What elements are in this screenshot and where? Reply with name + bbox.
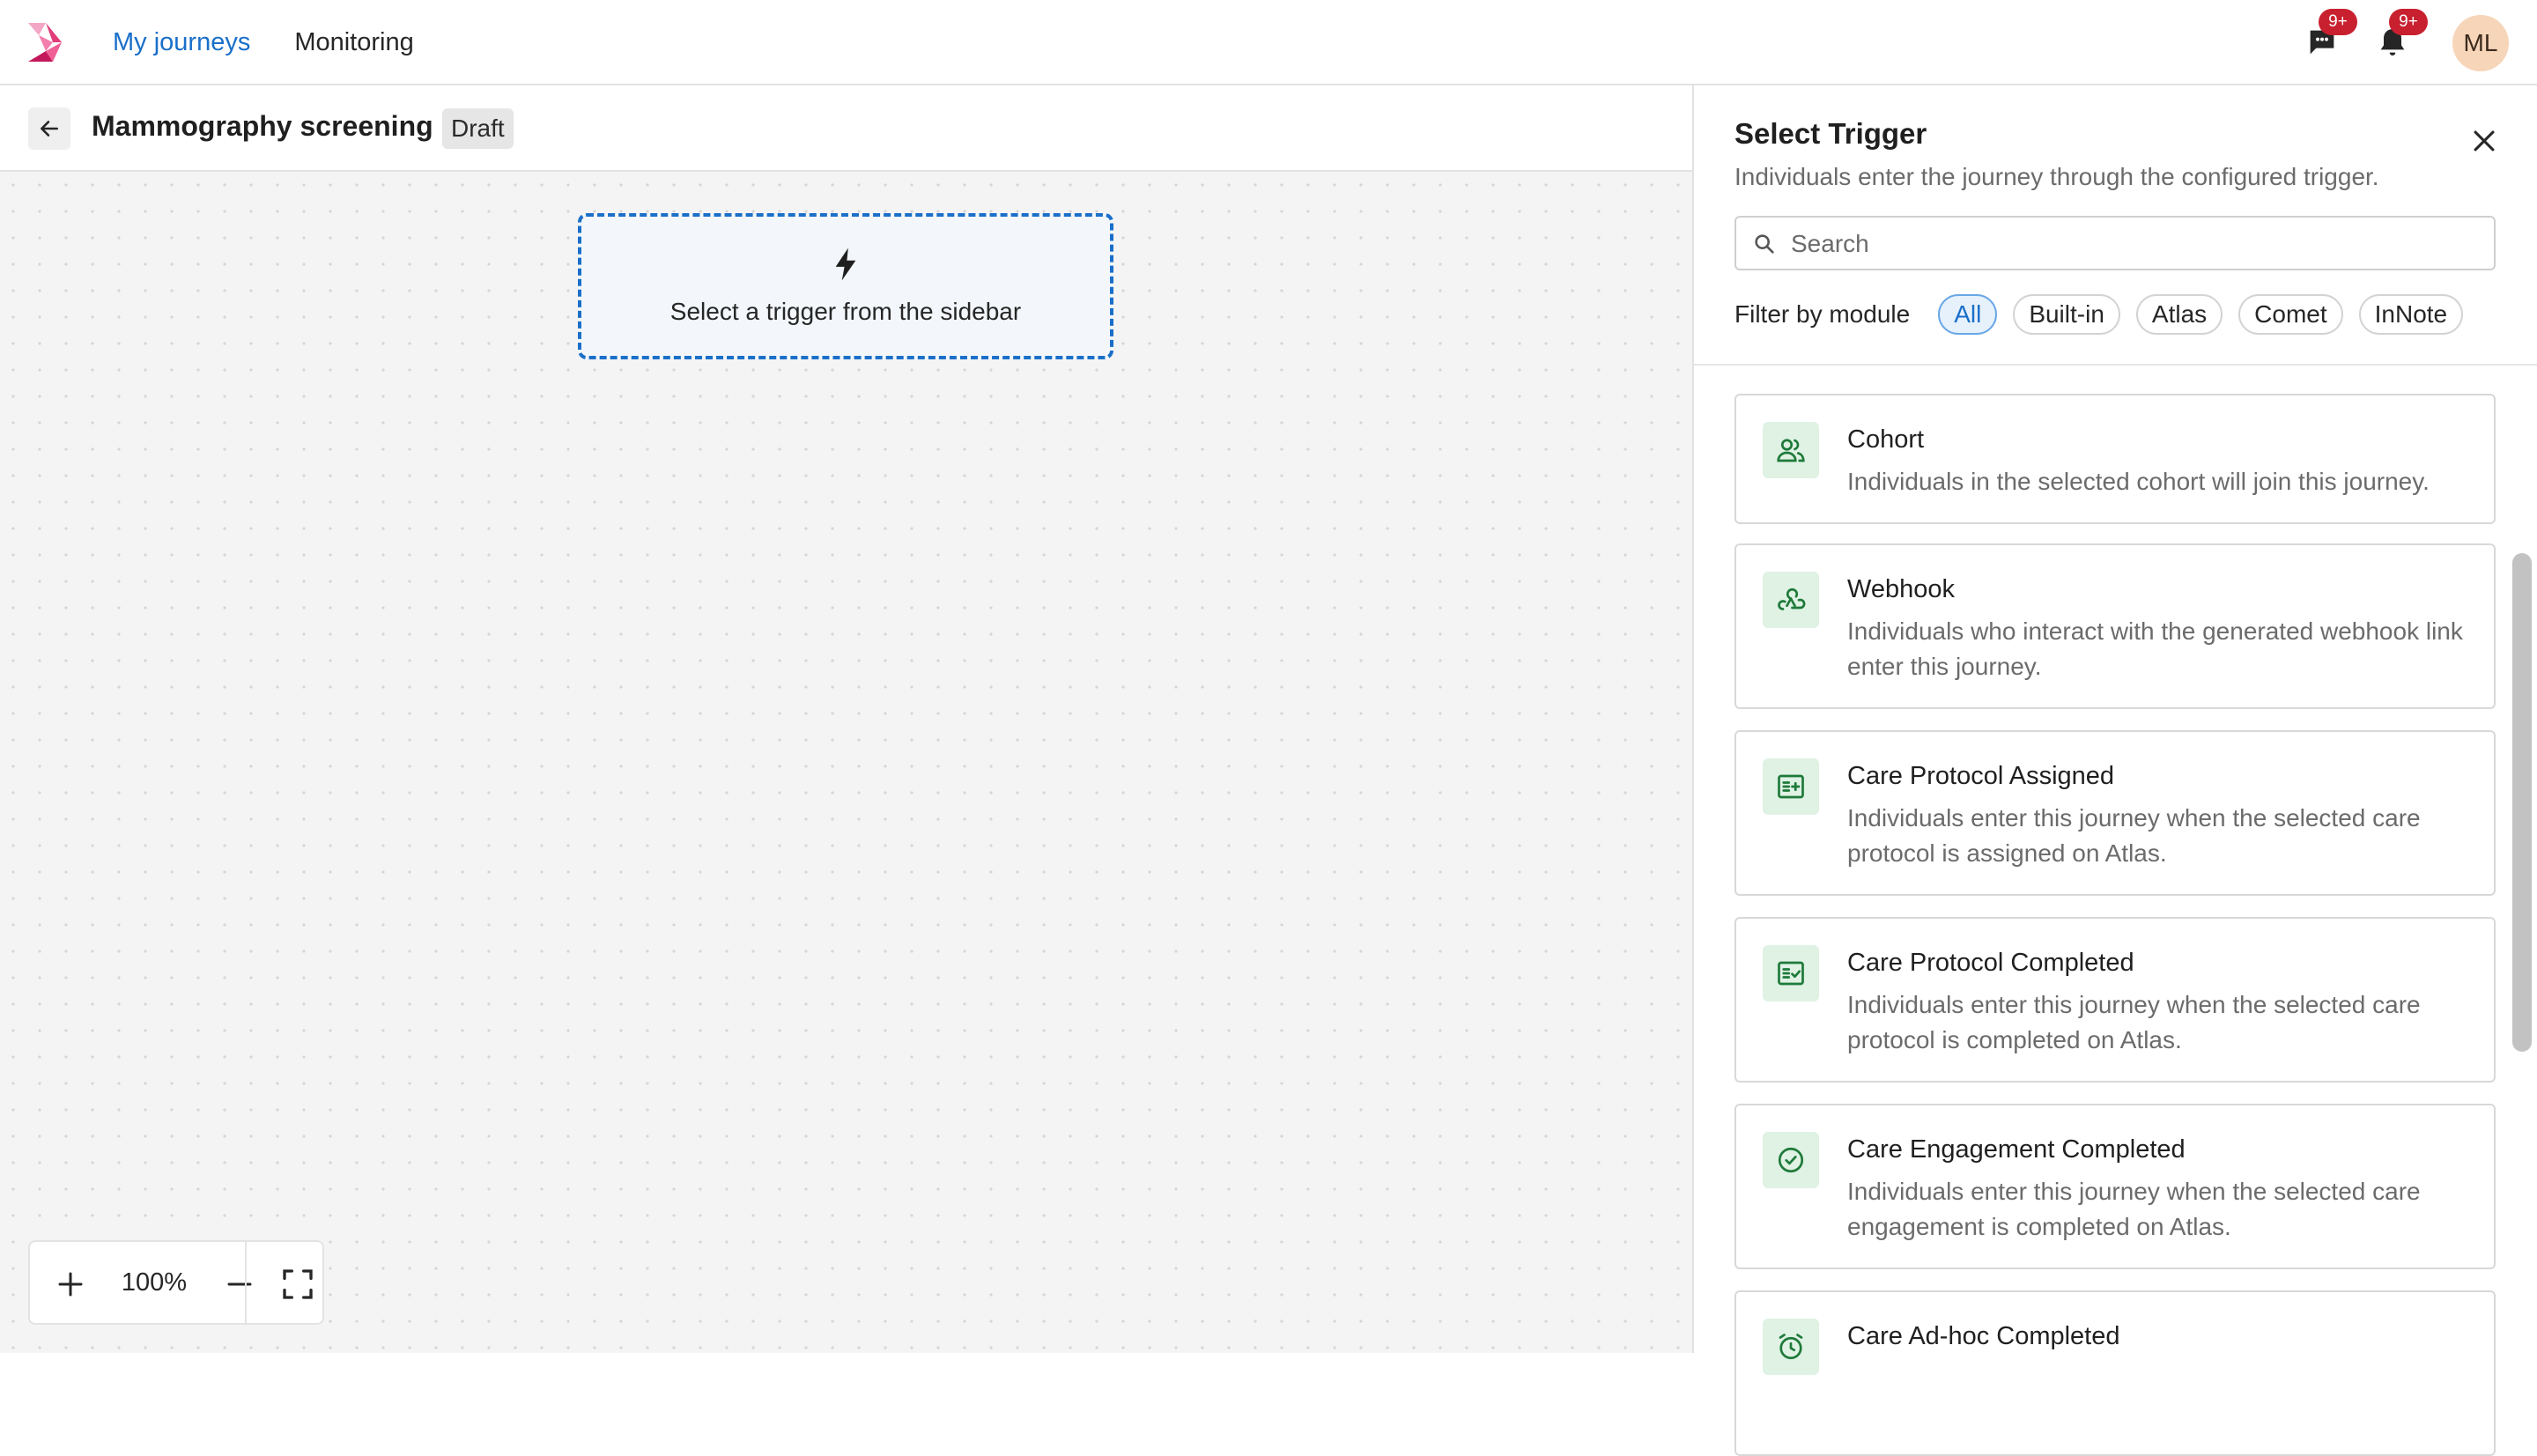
trigger-name: Care Ad-hoc Completed: [1847, 1322, 2120, 1350]
trigger-description: Individuals in the selected cohort will …: [1847, 468, 2430, 495]
nav-monitoring[interactable]: Monitoring: [294, 28, 413, 57]
trigger-panel: Select Trigger Individuals enter the jou…: [1692, 85, 2537, 1456]
status-badge: Draft: [442, 108, 514, 149]
fit-screen-button[interactable]: [280, 1267, 315, 1302]
panel-divider: [1694, 364, 2537, 366]
protocol-add-icon: [1763, 758, 1819, 815]
trigger-name: Care Protocol Assigned: [1847, 762, 2115, 790]
protocol-check-icon: [1763, 945, 1819, 1001]
trigger-description: Individuals enter this journey when the …: [1847, 1178, 2421, 1240]
back-button[interactable]: [28, 107, 70, 150]
filter-chip-all[interactable]: All: [1938, 294, 1998, 335]
filter-label: Filter by module: [1734, 300, 1911, 328]
trigger-description: Individuals who interact with the genera…: [1847, 617, 2463, 680]
zoom-divider: [245, 1242, 247, 1323]
search-input[interactable]: [1791, 225, 2478, 263]
main-nav: My journeys Monitoring: [113, 0, 414, 85]
placeholder-text: Select a trigger from the sidebar: [669, 298, 1022, 325]
filter-chip-built-in[interactable]: Built-in: [2013, 294, 2120, 335]
messages-button[interactable]: 9+: [2304, 9, 2357, 60]
trigger-card-care-adhoc-completed[interactable]: Care Ad-hoc Completed: [1734, 1290, 2496, 1456]
filter-chip-innote[interactable]: InNote: [2358, 294, 2464, 335]
trigger-name: Care Protocol Completed: [1847, 949, 2134, 977]
zoom-out-button[interactable]: [224, 1268, 255, 1300]
trigger-card-care-protocol-assigned[interactable]: Care Protocol Assigned Individuals enter…: [1734, 730, 2496, 896]
users-icon: [1763, 422, 1819, 478]
editor-header: Mammography screening Draft: [0, 85, 1692, 172]
check-circle-icon: [1763, 1132, 1819, 1188]
trigger-name: Cohort: [1847, 425, 1925, 454]
webhook-icon: [1763, 572, 1819, 628]
lightning-icon: [835, 248, 856, 281]
filter-chip-comet[interactable]: Comet: [2238, 294, 2343, 335]
zoom-in-button[interactable]: [55, 1268, 86, 1300]
trigger-placeholder[interactable]: Select a trigger from the sidebar: [578, 213, 1113, 359]
panel-subtitle: Individuals enter the journey through th…: [1734, 163, 2379, 190]
app-logo[interactable]: [26, 21, 63, 63]
arrow-left-icon: [41, 121, 58, 137]
trigger-name: Webhook: [1847, 575, 1955, 603]
search-field: [1734, 216, 2496, 270]
filter-chip-atlas[interactable]: Atlas: [2135, 294, 2223, 335]
zoom-level: 100%: [121, 1268, 188, 1297]
trigger-card-webhook[interactable]: Webhook Individuals who interact with th…: [1734, 543, 2496, 709]
nav-my-journeys[interactable]: My journeys: [113, 28, 250, 57]
journey-canvas[interactable]: Select a trigger from the sidebar 100%: [0, 172, 1692, 1353]
top-bar: My journeys Monitoring 9+ 9+ ML: [0, 0, 2537, 85]
panel-scrollbar-thumb[interactable]: [2512, 553, 2532, 1052]
messages-badge: 9+: [2319, 9, 2357, 35]
zoom-controls: 100%: [28, 1240, 324, 1325]
page-title: Mammography screening: [92, 110, 433, 142]
module-filter: Filter by module All Built-in Atlas Come…: [1734, 293, 2479, 336]
notifications-button[interactable]: 9+: [2375, 9, 2428, 60]
trigger-description: Individuals enter this journey when the …: [1847, 804, 2421, 867]
close-icon[interactable]: [2469, 126, 2499, 156]
search-icon: [1755, 234, 1774, 254]
trigger-card-cohort[interactable]: Cohort Individuals in the selected cohor…: [1734, 394, 2496, 524]
trigger-card-care-engagement-completed[interactable]: Care Engagement Completed Individuals en…: [1734, 1104, 2496, 1269]
notifications-badge: 9+: [2389, 9, 2428, 35]
trigger-name: Care Engagement Completed: [1847, 1135, 2186, 1164]
trigger-description: Individuals enter this journey when the …: [1847, 991, 2421, 1053]
panel-title: Select Trigger: [1734, 117, 1927, 150]
alarm-icon: [1763, 1319, 1819, 1375]
trigger-card-care-protocol-completed[interactable]: Care Protocol Completed Individuals ente…: [1734, 917, 2496, 1083]
avatar[interactable]: ML: [2452, 15, 2509, 71]
